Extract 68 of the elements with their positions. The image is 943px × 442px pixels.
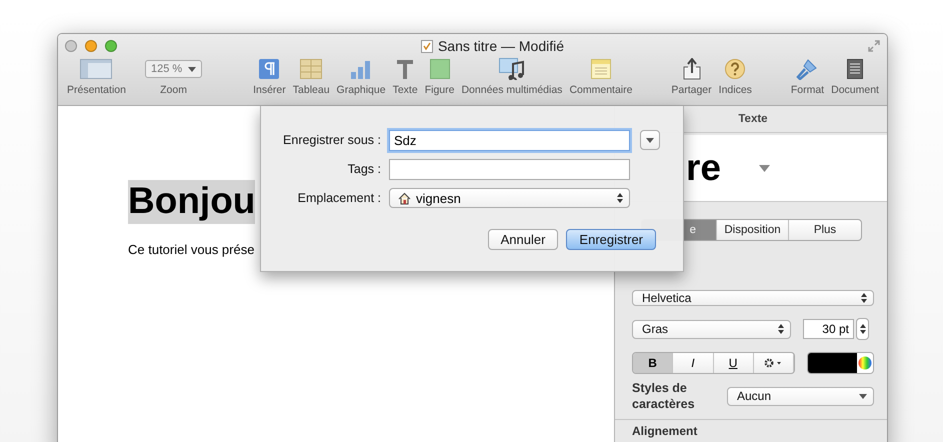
field-label: Emplacement : (296, 191, 381, 205)
caret-icon (859, 394, 867, 398)
field-label: Tags : (346, 162, 381, 176)
font-style-toggle[interactable]: I (673, 353, 714, 373)
size-field[interactable]: 30 pt (803, 319, 854, 339)
toolbar-label[interactable]: Format (790, 84, 824, 96)
media-icon (498, 58, 525, 80)
note-icon (590, 59, 611, 79)
toolbar-label[interactable]: Commentaire (569, 84, 632, 96)
text-field[interactable] (389, 158, 630, 180)
updown-icon (778, 324, 784, 334)
text-field[interactable]: Sdz (389, 130, 630, 150)
body-text: Ce tutoriel vous prése (128, 242, 254, 257)
table-icon (300, 59, 322, 79)
gear-icon (764, 358, 782, 368)
character-style-select[interactable]: Aucun (727, 386, 874, 406)
toolbar-label[interactable]: Partager (671, 84, 712, 96)
color-well[interactable] (807, 352, 874, 374)
size-stepper[interactable] (856, 318, 869, 340)
toolbar-label[interactable]: Figure (424, 84, 454, 96)
document-icon (847, 59, 864, 79)
toolbar-label[interactable]: Données multimédias (461, 84, 562, 96)
house-icon (398, 192, 411, 204)
selected-heading: Bonjou (128, 180, 256, 224)
toolbar-label[interactable]: Tableau (292, 84, 330, 96)
updown-icon (861, 293, 867, 303)
updown-icon (617, 193, 623, 203)
location-select[interactable]: vignesn (389, 188, 630, 208)
zoom-button[interactable] (105, 40, 117, 52)
font-style-toggle[interactable]: U (714, 353, 754, 373)
text-icon (396, 59, 414, 79)
toolbar-label[interactable]: Présentation (67, 84, 126, 96)
window-title: Sans titre — Modifié (438, 38, 564, 54)
sidebar-layout-icon (80, 59, 112, 79)
caret-icon (758, 164, 770, 172)
inspector-tab[interactable]: Disposition (717, 220, 789, 240)
document-icon (420, 40, 433, 52)
typeface-select[interactable]: Gras (632, 320, 791, 338)
font-style-toggle[interactable]: B (633, 353, 674, 373)
toolbar-label[interactable]: Insérer (253, 84, 286, 96)
font-select[interactable]: Helvetica (632, 290, 874, 306)
bar-chart-icon (350, 59, 372, 79)
section-heading: Alignement (632, 425, 698, 438)
caret-icon (188, 66, 196, 72)
updown-icon (860, 324, 866, 334)
square-icon (430, 59, 450, 79)
paintbrush-icon (796, 58, 818, 80)
caret-icon (646, 138, 654, 142)
dialog-button[interactable]: Annuler (488, 229, 558, 250)
toolbar-label[interactable]: Zoom (160, 84, 187, 96)
toolbar-label[interactable]: Document (831, 84, 879, 96)
inspector-tab[interactable]: Plus (789, 220, 861, 240)
field-label: Enregistrer sous : (282, 133, 381, 147)
toolbar-label[interactable]: Texte (392, 84, 418, 96)
style-name: re (686, 147, 721, 189)
close-button[interactable] (65, 40, 77, 52)
dialog-button[interactable]: Enregistrer (566, 229, 656, 250)
share-icon (682, 58, 701, 80)
zoom-dropdown[interactable]: 125 % (144, 60, 202, 78)
toolbar-label[interactable]: Indices (718, 84, 752, 96)
paragraph-icon (259, 59, 280, 79)
fullscreen-icon[interactable] (868, 40, 880, 52)
toolbar-label[interactable]: Graphique (336, 84, 386, 96)
color-wheel-icon (857, 353, 873, 373)
minimize-button[interactable] (85, 40, 97, 52)
expand-button[interactable] (640, 130, 660, 150)
character-styles-label: Styles de caractères (632, 380, 696, 412)
help-icon (725, 59, 746, 79)
